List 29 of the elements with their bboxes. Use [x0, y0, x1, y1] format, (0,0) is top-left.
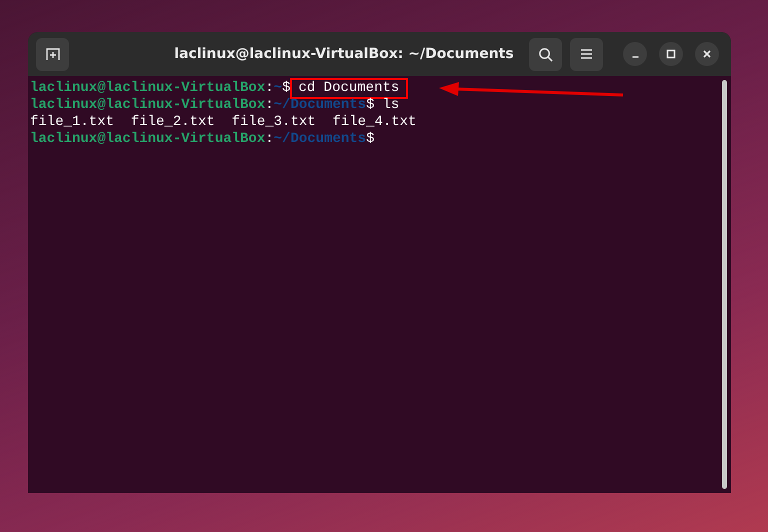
prompt-separator: : [265, 97, 274, 114]
prompt-symbol: $ [282, 80, 290, 97]
maximize-icon [666, 49, 676, 59]
scrollbar[interactable] [722, 80, 727, 489]
close-button[interactable] [695, 42, 719, 66]
command-output: file_1.txt file_2.txt file_3.txt file_4.txt [30, 114, 416, 131]
new-tab-button[interactable] [36, 38, 69, 70]
prompt-user: laclinux@laclinux-VirtualBox [30, 97, 266, 114]
search-icon [538, 46, 553, 62]
prompt-user: laclinux@laclinux-VirtualBox [30, 80, 266, 97]
new-tab-icon [44, 46, 60, 62]
menu-icon [580, 48, 593, 60]
minimize-button[interactable] [623, 42, 647, 66]
search-button[interactable] [529, 38, 562, 70]
close-icon [702, 49, 712, 59]
prompt-symbol: $ [366, 131, 374, 148]
maximize-button[interactable] [659, 42, 683, 66]
menu-button[interactable] [570, 38, 603, 70]
prompt-path: ~/Documents [274, 97, 366, 114]
prompt-path: ~ [274, 80, 282, 97]
command-text: ls [382, 97, 400, 114]
prompt-user: laclinux@laclinux-VirtualBox [30, 131, 266, 148]
prompt-symbol: $ [366, 97, 374, 114]
prompt-separator: : [265, 80, 274, 97]
prompt-separator: : [265, 131, 274, 148]
prompt-path: ~/Documents [274, 131, 366, 148]
minimize-icon [632, 56, 638, 58]
highlighted-command: cd Documents [292, 80, 406, 97]
window-title: laclinux@laclinux-VirtualBox: ~/Documents [173, 46, 515, 62]
